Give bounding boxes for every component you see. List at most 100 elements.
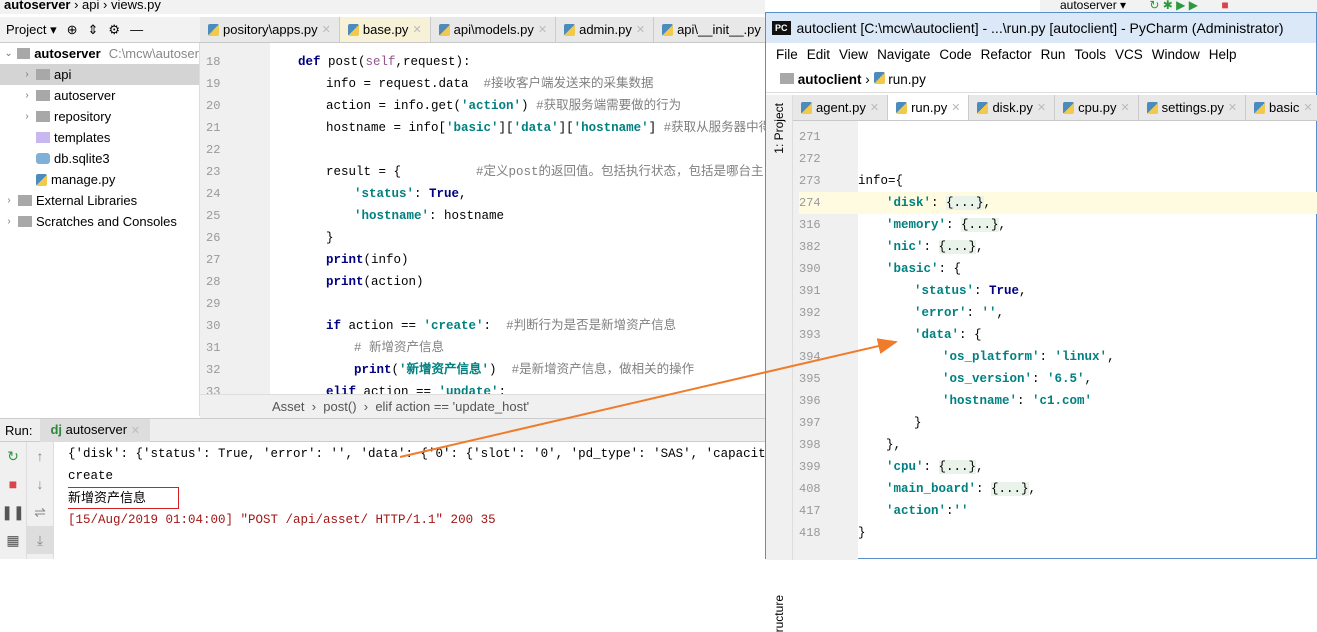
scroll-to-end-icon[interactable]: ⤓ [27, 526, 53, 554]
close-icon[interactable]: ✕ [412, 17, 421, 43]
close-icon[interactable]: ✕ [1228, 95, 1237, 121]
line-number: 390 [799, 258, 858, 280]
editor-tab[interactable]: basic✕ [1246, 95, 1317, 120]
crumb-class[interactable]: Asset [272, 399, 305, 414]
chevron-icon[interactable]: › [22, 85, 32, 106]
close-icon[interactable]: ✕ [538, 17, 547, 43]
tree-item[interactable]: ›api [0, 64, 199, 85]
code-token: {...} [961, 218, 999, 232]
menu-vcs[interactable]: VCS [1115, 47, 1143, 62]
hide-icon[interactable]: — [130, 22, 143, 37]
close-icon[interactable]: ✕ [1037, 95, 1046, 121]
layout-icon[interactable]: ▦ [0, 526, 26, 554]
code-token: ,request): [396, 55, 471, 69]
locate-icon[interactable]: ⊕ [67, 22, 78, 38]
rerun-icon[interactable]: ↻ [0, 442, 26, 470]
menu-help[interactable]: Help [1209, 47, 1237, 62]
run-tab[interactable]: dj autoserver ✕ [40, 419, 149, 442]
code-line: 'hostname': hostname [298, 205, 765, 227]
close-icon[interactable]: ✕ [1120, 95, 1129, 121]
editor-tab[interactable]: settings.py✕ [1139, 95, 1246, 120]
stop-icon[interactable]: ■ [0, 470, 26, 498]
crumb-function[interactable]: post() [323, 399, 356, 414]
soft-wrap-icon[interactable]: ⇌ [27, 498, 53, 526]
tree-item[interactable]: templates [0, 127, 199, 148]
chevron-icon[interactable]: › [22, 64, 32, 85]
breadcrumb-file[interactable]: run.py [888, 72, 926, 87]
tab-label: settings.py [1162, 95, 1224, 121]
editor-tab[interactable]: api\__init__.py✕ [654, 17, 765, 42]
structure-tool-button[interactable]: ructure [772, 595, 786, 632]
editor-tab[interactable]: pository\apps.py✕ [200, 17, 340, 42]
breadcrumb-item[interactable]: views.py [111, 0, 161, 12]
gear-icon[interactable]: ⚙ [108, 22, 120, 38]
breadcrumb-item[interactable]: autoserver [4, 0, 70, 12]
line-number: 271 [799, 126, 858, 148]
menu-view[interactable]: View [839, 47, 868, 62]
tree-item[interactable]: manage.py [0, 169, 199, 190]
chevron-icon[interactable]: › [4, 211, 14, 232]
tree-item[interactable]: ›External Libraries [0, 190, 199, 211]
menu-run[interactable]: Run [1041, 47, 1066, 62]
chevron-icon[interactable]: › [22, 106, 32, 127]
code-token: , [984, 196, 992, 210]
python-file-icon [564, 24, 575, 36]
close-icon[interactable]: ✕ [951, 95, 960, 121]
menu-refactor[interactable]: Refactor [981, 47, 1032, 62]
line-number: 398 [799, 434, 858, 456]
menu-window[interactable]: Window [1152, 47, 1200, 62]
close-icon[interactable]: ✕ [322, 17, 331, 43]
code-token: : [1040, 350, 1055, 364]
chevron-icon[interactable]: › [4, 190, 14, 211]
down-arrow-icon[interactable]: ↓ [27, 470, 53, 498]
code-line: elif action == 'update': [298, 381, 765, 394]
code-token: 'linux' [1055, 350, 1108, 364]
editor-tab[interactable]: disk.py✕ [969, 95, 1055, 120]
tree-item[interactable]: ⌄autoserverC:\mcw\autoser [0, 43, 199, 64]
code-token: #获取从服务器中得到 [664, 121, 765, 135]
code-editor[interactable]: def post(self,request):info = request.da… [298, 51, 765, 394]
up-arrow-icon[interactable]: ↑ [27, 442, 53, 470]
tree-item[interactable]: ›repository [0, 106, 199, 127]
code-editor[interactable]: info={'disk': {...},'memory': {...},'nic… [858, 126, 1317, 560]
tree-item[interactable]: ›autoserver [0, 85, 199, 106]
editor-tab[interactable]: admin.py✕ [556, 17, 654, 42]
menu-tools[interactable]: Tools [1074, 47, 1106, 62]
close-icon[interactable]: ✕ [870, 95, 879, 121]
run-icon[interactable]: ↻ ✱ ▶ ▶ [1149, 0, 1198, 12]
crumb-statement[interactable]: elif action == 'update_host' [375, 399, 529, 414]
code-line [858, 126, 1317, 148]
tree-item[interactable]: db.sqlite3 [0, 148, 199, 169]
close-icon[interactable]: ✕ [131, 425, 140, 437]
menu-code[interactable]: Code [939, 47, 971, 62]
code-line: 'action':'' [858, 500, 1317, 522]
menu-navigate[interactable]: Navigate [877, 47, 930, 62]
code-token: : [924, 460, 939, 474]
line-number: 392 [799, 302, 858, 324]
project-tool-button[interactable]: 1: Project [772, 103, 786, 154]
code-token: } [858, 526, 866, 540]
line-number: 316 [799, 214, 858, 236]
code-token: : [1032, 372, 1047, 386]
stop-icon[interactable]: ■ [1221, 0, 1228, 12]
editor-tab[interactable]: api\models.py✕ [431, 17, 556, 42]
project-view-dropdown[interactable]: Project ▾ [6, 22, 57, 38]
close-icon[interactable]: ✕ [636, 17, 645, 43]
editor-tab[interactable]: cpu.py✕ [1055, 95, 1139, 120]
run-config-dropdown[interactable]: autoserver ▾ [1060, 0, 1126, 12]
close-icon[interactable]: ✕ [1303, 95, 1312, 121]
breadcrumb-item[interactable]: api [82, 0, 99, 12]
code-token: , [1085, 372, 1093, 386]
editor-tab[interactable]: base.py✕ [340, 17, 431, 42]
code-token: : [499, 385, 507, 394]
editor-tab[interactable]: agent.py✕ [793, 95, 888, 120]
breadcrumb-project[interactable]: autoclient [798, 72, 862, 87]
menu-edit[interactable]: Edit [807, 47, 830, 62]
pause-icon[interactable]: ❚❚ [0, 498, 26, 526]
tree-item[interactable]: ›Scratches and Consoles [0, 211, 199, 232]
menu-file[interactable]: File [776, 47, 798, 62]
collapse-icon[interactable]: ⇕ [88, 22, 99, 38]
chevron-icon[interactable]: ⌄ [4, 43, 13, 64]
pycharm-window: PC autoclient [C:\mcw\autoclient] - ...\… [765, 12, 1317, 559]
editor-tab[interactable]: run.py✕ [888, 95, 969, 120]
